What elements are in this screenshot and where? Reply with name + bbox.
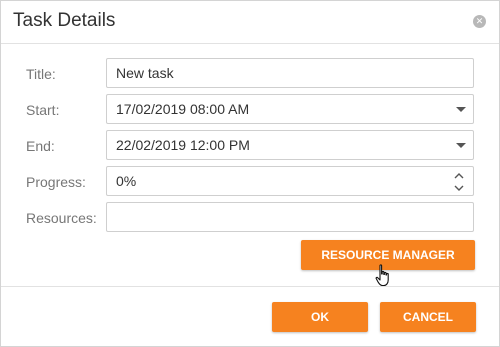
end-row: End: 22/02/2019 12:00 PM [1,130,499,162]
start-row: Start: 17/02/2019 08:00 AM [1,94,499,126]
title-input[interactable]: New task [106,58,474,88]
end-label: End: [26,138,55,154]
chevron-down-icon[interactable] [456,107,466,112]
progress-stepper[interactable]: 0% [106,166,474,196]
chevron-down-icon[interactable] [456,143,466,148]
start-date-value: 17/02/2019 08:00 AM [116,101,250,117]
start-label: Start: [26,102,60,118]
resources-row: Resources: [1,202,499,234]
spin-buttons[interactable] [454,171,464,193]
cancel-button[interactable]: CANCEL [380,302,476,332]
end-date-value: 22/02/2019 12:00 PM [116,137,250,153]
progress-label: Progress: [26,174,86,190]
title-row: Title: New task [1,58,499,90]
close-icon[interactable]: ✕ [473,15,486,28]
end-date-picker[interactable]: 22/02/2019 12:00 PM [106,130,474,160]
spin-arrows-icon[interactable] [454,171,464,193]
start-date-picker[interactable]: 17/02/2019 08:00 AM [106,94,474,124]
progress-row: Progress: 0% [1,166,499,198]
ok-button[interactable]: OK [272,302,368,332]
hand-cursor-icon [375,264,389,287]
title-label: Title: [26,66,56,82]
footer-divider [1,286,499,287]
dialog-header: Task Details ✕ [1,1,499,44]
task-details-dialog: Task Details ✕ Title: New task Start: 17… [0,0,500,347]
dialog-title: Task Details [13,10,116,31]
resources-input[interactable] [106,202,474,232]
title-input-value: New task [116,65,174,81]
resources-label: Resources: [26,210,97,226]
progress-value: 0% [116,173,137,189]
